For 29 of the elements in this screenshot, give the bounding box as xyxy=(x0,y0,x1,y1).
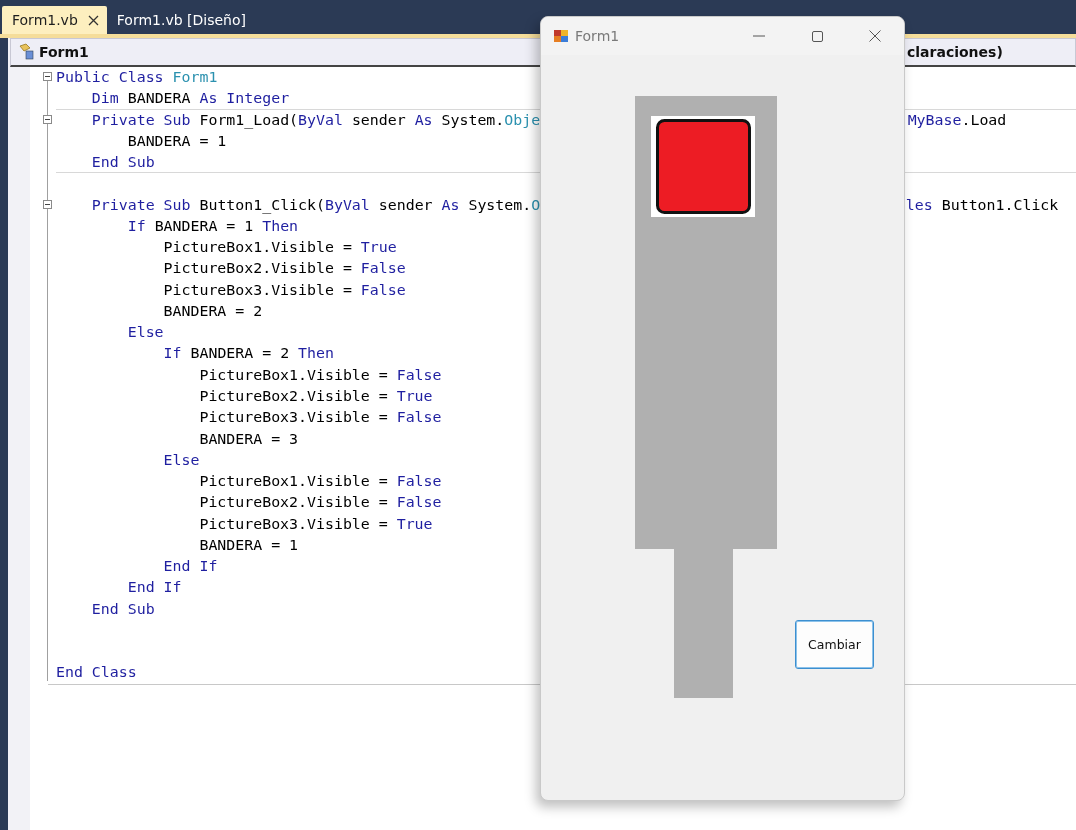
code-line: BANDERA = 1 xyxy=(198,534,299,556)
code-line: PictureBox3.Visible = False xyxy=(162,279,406,300)
code-line: End Class xyxy=(56,662,137,683)
code-line: PictureBox1.Visible = True xyxy=(162,237,397,258)
code-line: les Button1.Click xyxy=(905,194,1059,216)
code-line: PictureBox1.Visible = False xyxy=(198,364,442,385)
code-line: BANDERA = 3 xyxy=(198,428,299,449)
code-line: Private Sub Form1_Load(ByVal sender As System.Obje xyxy=(90,109,541,130)
window-title: Form1 xyxy=(575,28,621,44)
code-line: If BANDERA = 2 Then xyxy=(162,343,334,364)
code-line: PictureBox2.Visible = False xyxy=(198,492,442,513)
code-line: Else xyxy=(162,449,200,471)
code-line: PictureBox2.Visible = False xyxy=(162,258,406,279)
code-line: MyBase.Load xyxy=(907,109,1007,131)
code-line: Public Class Form1 xyxy=(56,67,218,88)
code-line: Else xyxy=(126,322,164,343)
code-line: End Sub xyxy=(90,598,155,619)
code-line: PictureBox2.Visible = True xyxy=(198,386,433,407)
code-line: End If xyxy=(126,577,182,598)
code-line: PictureBox3.Visible = True xyxy=(198,513,433,534)
code-line: End Sub xyxy=(90,152,155,173)
code-line: Private Sub Button1_Click(ByVal sender As System.O xyxy=(90,194,541,215)
code-line: Dim BANDERA As Integer xyxy=(90,88,290,109)
code-line: End If xyxy=(162,556,218,577)
code-line: BANDERA = 2 xyxy=(162,300,263,322)
code-line: PictureBox1.Visible = False xyxy=(198,471,442,492)
code-line: If BANDERA = 1 Then xyxy=(126,215,299,237)
code-line: PictureBox3.Visible = False xyxy=(198,407,442,428)
code-line: BANDERA = 1 xyxy=(126,130,227,152)
